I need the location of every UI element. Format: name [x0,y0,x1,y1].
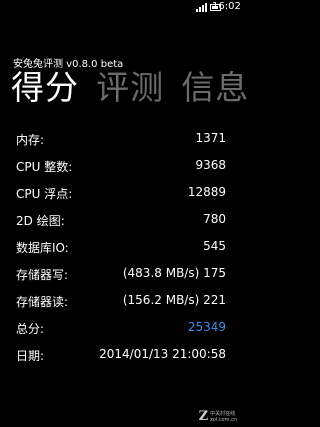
result-label: 内存: [16,133,45,147]
result-label: 总分: [16,322,45,336]
total-score-value: 25349 [187,320,226,334]
result-value: 12889 [187,185,226,199]
result-label: CPU 整数: [16,160,73,174]
result-label: 存储器写: [16,268,69,282]
result-row-cpu-float: CPU 浮点: 12889 [16,181,226,208]
result-label: 存储器读: [16,295,69,309]
result-value: 545 [203,239,226,253]
result-row-memory: 内存: 1371 [16,127,226,154]
result-row-2d-graphics: 2D 绘图: 780 [16,208,226,235]
zol-logo-icon: Z [198,409,209,424]
tab-score[interactable]: 得分 [11,68,79,108]
result-label: 2D 绘图: [16,214,65,228]
zol-watermark: Z 中关村在线 zol.com.cn [199,409,237,424]
result-label: 数据库IO: [16,241,69,255]
result-value: 780 [203,212,226,226]
result-row-storage-read: 存储器读: (156.2 MB/s) 221 [16,289,226,316]
tab-test[interactable]: 评测 [96,68,164,108]
signal-bars-icon [196,3,207,12]
result-label: CPU 浮点: [16,187,73,201]
result-value: 9368 [195,158,226,172]
result-value: 2014/01/13 21:00:58 [99,347,226,361]
result-row-storage-write: 存储器写: (483.8 MB/s) 175 [16,262,226,289]
result-row-total-score: 总分: 25349 [16,316,226,343]
result-row-date: 日期: 2014/01/13 21:00:58 [16,343,226,370]
watermark-line-2: zol.com.cn [210,416,237,423]
result-label: 日期: [16,349,45,363]
result-value: 1371 [195,131,226,145]
score-list: 内存: 1371 CPU 整数: 9368 CPU 浮点: 12889 2D 绘… [16,127,226,370]
result-row-database-io: 数据库IO: 545 [16,235,226,262]
status-time: 16:02 [212,1,241,12]
result-value: (483.8 MB/s) 175 [122,266,226,280]
tab-info[interactable]: 信息 [181,68,249,108]
watermark-text: 中关村在线 zol.com.cn [210,411,237,423]
pivot-header: 得分 评测 信息 [11,68,261,108]
status-bar: 16:02 [0,0,241,16]
result-row-cpu-integer: CPU 整数: 9368 [16,154,226,181]
result-value: (156.2 MB/s) 221 [122,293,226,307]
